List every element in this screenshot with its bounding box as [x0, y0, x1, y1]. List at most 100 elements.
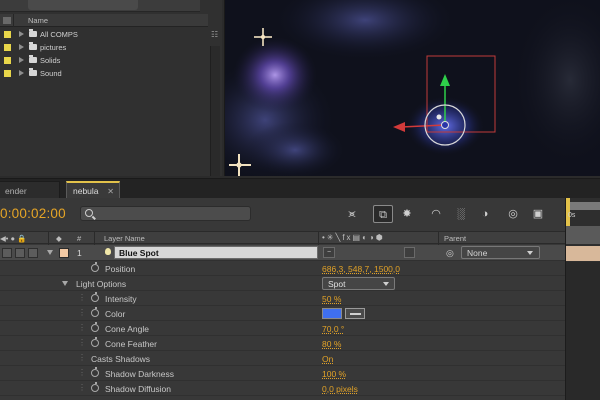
stopwatch-icon[interactable]: [91, 322, 99, 332]
adjustment-switch[interactable]: [404, 247, 415, 258]
parent-column-header[interactable]: Parent: [444, 234, 466, 243]
composition-canvas: [225, 0, 600, 176]
video-switch[interactable]: [2, 248, 12, 258]
close-icon[interactable]: ✕: [107, 187, 114, 196]
stopwatch-icon[interactable]: [91, 337, 99, 347]
ruler-track: [566, 226, 600, 244]
composition-viewer[interactable]: [224, 0, 600, 176]
stopwatch-icon[interactable]: [91, 382, 99, 392]
project-search-field[interactable]: [28, 0, 138, 10]
work-area-bar[interactable]: [566, 202, 600, 210]
stopwatch-icon[interactable]: [91, 307, 99, 317]
live-update-icon[interactable]: ⧉: [373, 205, 393, 223]
motion-blur-icon[interactable]: ◑: [475, 205, 495, 223]
eyedropper-icon[interactable]: [345, 308, 365, 319]
label-column-icon[interactable]: ◆: [56, 234, 62, 243]
property-label: Shadow Darkness: [105, 368, 174, 379]
layer-name-column-header[interactable]: Layer Name: [104, 234, 145, 243]
hide-shy-layers-icon[interactable]: ◠: [426, 205, 446, 223]
label-tag: [4, 70, 11, 77]
property-row-shadow-darkness[interactable]: ⋮ Shadow Darkness 100 %: [0, 366, 565, 381]
stopwatch-icon[interactable]: [91, 292, 99, 302]
audio-switch[interactable]: [15, 248, 25, 258]
draft-3d-icon[interactable]: ✸: [397, 205, 417, 223]
folder-icon: [29, 55, 37, 63]
stopwatch-icon[interactable]: [91, 262, 99, 272]
pick-whip-icon[interactable]: ◎: [446, 248, 454, 259]
project-item-solids[interactable]: Solids: [0, 54, 208, 67]
property-row-casts-shadows[interactable]: ⋮ Casts Shadows On: [0, 351, 565, 366]
brainstorm-icon[interactable]: ▣: [528, 205, 548, 223]
av-switches-header[interactable]: ◀• ● 🔒: [0, 234, 26, 243]
stopwatch-icon[interactable]: [91, 367, 99, 377]
property-label: Position: [105, 263, 136, 274]
time-ruler[interactable]: 0s: [565, 198, 600, 400]
property-track-area: [566, 262, 600, 400]
color-swatch[interactable]: [322, 308, 342, 319]
light-point-of-interest: [436, 114, 442, 120]
property-row-cone-angle[interactable]: ⋮ Cone Angle 70,0 °: [0, 321, 565, 336]
layer-name[interactable]: Blue Spot: [114, 246, 318, 259]
cone-angle-value[interactable]: 70,0 °: [322, 324, 344, 334]
folder-icon: [29, 68, 37, 76]
shadow-darkness-value[interactable]: 100 %: [322, 369, 346, 379]
property-group-label: Light Options: [76, 278, 127, 289]
casts-shadows-value[interactable]: On: [322, 354, 333, 364]
tab-label: nebula: [73, 186, 99, 196]
solo-switch[interactable]: [28, 248, 38, 258]
comp-mini-flowchart-icon[interactable]: ⪤: [342, 205, 362, 223]
layer-duration-bar[interactable]: [566, 246, 600, 261]
property-label: Cone Angle: [105, 323, 149, 334]
timeline-search[interactable]: [80, 206, 251, 221]
project-item-label: All COMPS: [40, 30, 78, 39]
property-group-light-options[interactable]: Light Options Spot: [0, 276, 565, 291]
current-time-display[interactable]: 0:00:02:00: [0, 206, 66, 221]
name-column-header[interactable]: Name: [14, 16, 48, 25]
project-item-sound[interactable]: Sound: [0, 67, 208, 80]
folder-icon: [29, 42, 37, 50]
layer-row[interactable]: 1 Blue Spot − ◎ None: [0, 245, 565, 261]
property-row-shadow-diffusion[interactable]: ⋮ Shadow Diffusion 0,0 pixels: [0, 381, 565, 396]
label-tag: [4, 44, 11, 51]
nebula-cloud: [233, 37, 317, 113]
timeline-panel: 0:00:02:00 ⪤ ⧉ ✸ ◠ ░ ◑ ◎ ▣ ◀• ● 🔒 ◆ # La…: [0, 198, 600, 400]
panel-tabs: ender Queue nebula ✕: [0, 178, 600, 206]
tree-dots: ⋮: [78, 368, 86, 377]
tab-nebula[interactable]: nebula ✕: [66, 181, 120, 199]
label-tag: [4, 57, 11, 64]
parent-select[interactable]: None: [461, 246, 540, 259]
expand-triangle-icon[interactable]: [19, 31, 24, 37]
shadow-diffusion-value[interactable]: 0,0 pixels: [322, 384, 358, 394]
shy-switch[interactable]: −: [323, 247, 335, 258]
expand-triangle-icon[interactable]: [19, 44, 24, 50]
expand-triangle-icon[interactable]: [19, 70, 24, 76]
expand-triangle-icon[interactable]: [62, 281, 68, 286]
property-row-intensity[interactable]: ⋮ Intensity 50 %: [0, 291, 565, 306]
tree-dots: ⋮: [78, 293, 86, 302]
tree-dots: ⋮: [78, 338, 86, 347]
light-type-select[interactable]: Spot: [322, 277, 395, 290]
cone-feather-value[interactable]: 80 %: [322, 339, 341, 349]
expand-triangle-icon[interactable]: [47, 250, 53, 255]
expand-triangle-icon[interactable]: [19, 57, 24, 63]
property-label: Color: [105, 308, 126, 319]
frame-blending-icon[interactable]: ░: [451, 205, 471, 223]
tab-render-queue[interactable]: ender Queue: [0, 181, 60, 206]
project-item-label: Solids: [40, 56, 61, 65]
number-column-header[interactable]: #: [77, 234, 81, 243]
position-value[interactable]: 686,3, 548,7, 1500,0: [322, 264, 400, 274]
property-label: Cone Feather: [105, 338, 157, 349]
flowchart-icon[interactable]: ☷: [211, 30, 220, 39]
layer-switches-header[interactable]: •✳╲fx▤◐◑⬢: [322, 233, 385, 242]
project-item-pictures[interactable]: pictures: [0, 41, 208, 54]
property-row-position[interactable]: Position 686,3, 548,7, 1500,0: [0, 261, 565, 276]
graph-editor-icon[interactable]: ◎: [503, 205, 523, 223]
project-scrollbar[interactable]: [210, 46, 220, 176]
search-input[interactable]: [97, 208, 247, 219]
intensity-value[interactable]: 50 %: [322, 294, 341, 304]
layer-label-color[interactable]: [59, 248, 69, 258]
label-column-header[interactable]: [0, 13, 14, 27]
property-row-cone-feather[interactable]: ⋮ Cone Feather 80 %: [0, 336, 565, 351]
property-row-color[interactable]: ⋮ Color: [0, 306, 565, 321]
project-item-all-comps[interactable]: All COMPS: [0, 28, 208, 41]
